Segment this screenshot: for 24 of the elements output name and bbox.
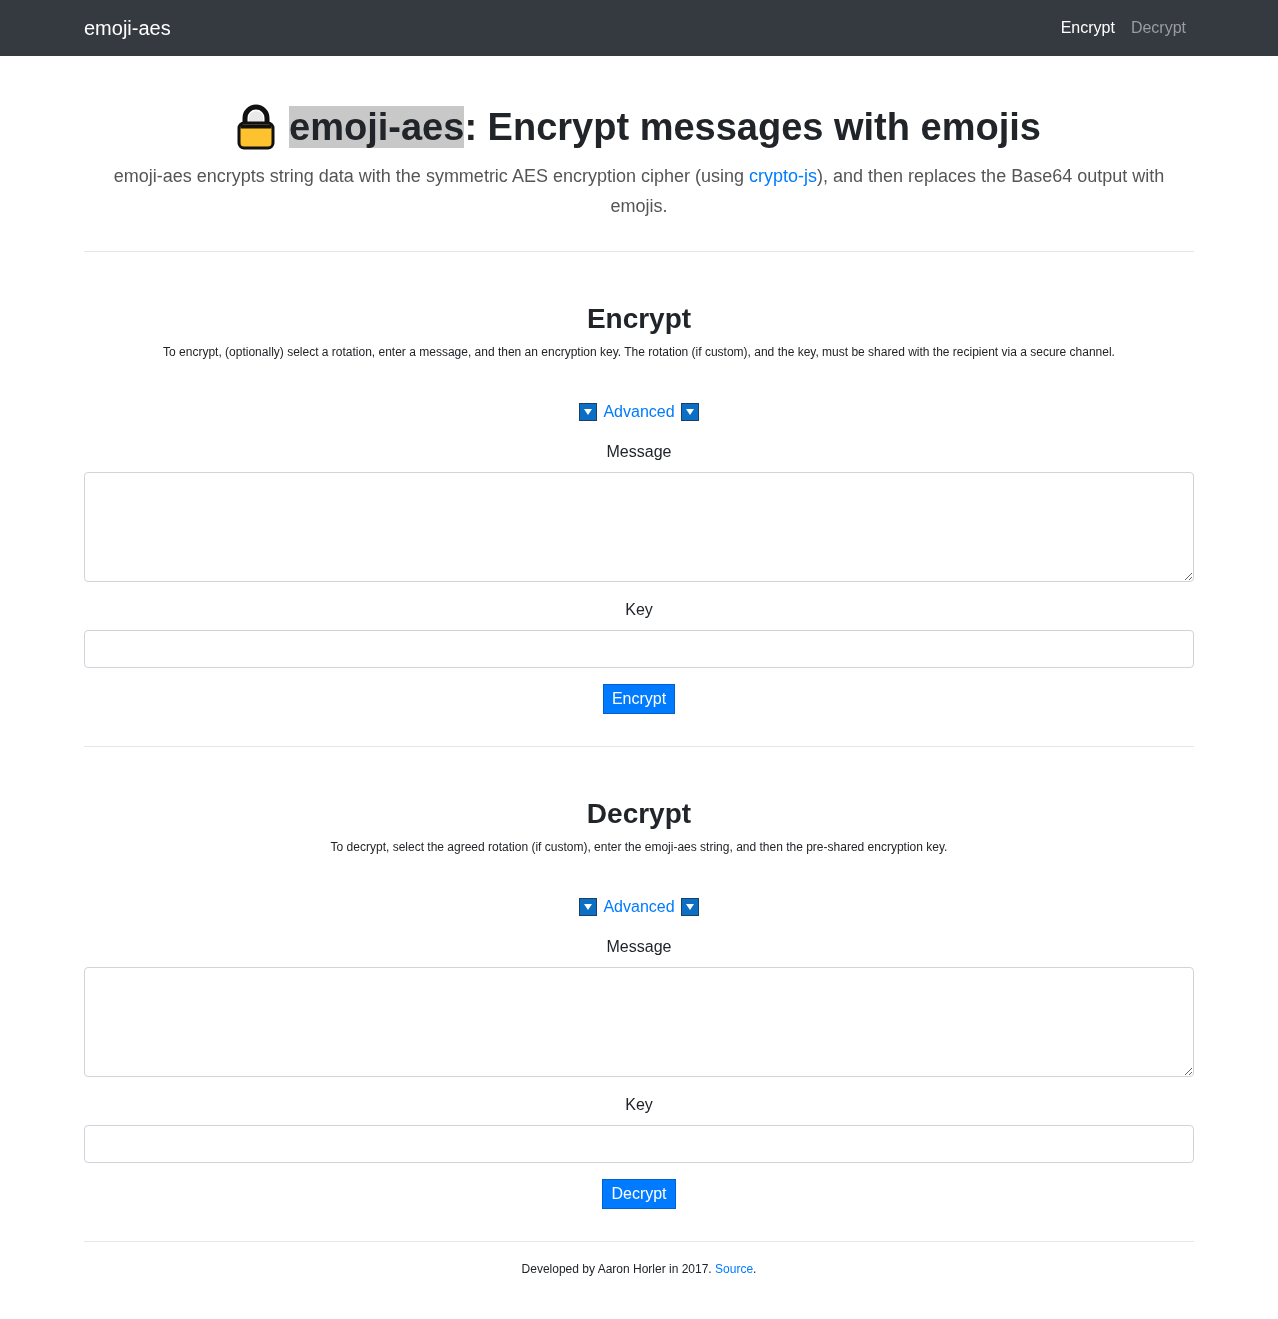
advanced-toggle[interactable]: Advanced xyxy=(579,895,699,919)
footer-text: Developed by Aaron Horler in 2017. Source. xyxy=(520,1261,758,1278)
intro-text: emoji-aes encrypts string data with the symmetric AES encryption cipher (using crypto-js), and then replaces the Base64 output with emojis. xyxy=(112,165,1166,218)
key-label: Key xyxy=(624,1095,654,1115)
nav-link[interactable]: Decrypt xyxy=(1122,16,1194,40)
nav-link[interactable]: Encrypt xyxy=(1052,16,1123,40)
section-description: To decrypt, select the agreed rotation (if custom), enter the emoji-aes string, and then the pre-shared encryption key. xyxy=(329,839,949,856)
page-title: emoji-aes: Encrypt messages with emojis xyxy=(289,105,1041,150)
submit-button[interactable]: Decrypt xyxy=(602,1179,676,1209)
key-field[interactable] xyxy=(84,1125,1194,1163)
section-heading: Encrypt xyxy=(585,302,693,336)
advanced-toggle[interactable]: Advanced xyxy=(579,400,699,424)
message-field[interactable] xyxy=(84,472,1194,582)
padlock-icon xyxy=(237,104,276,150)
message-label: Message xyxy=(605,937,673,957)
message-label: Message xyxy=(605,442,673,462)
key-label: Key xyxy=(624,600,654,620)
message-field[interactable] xyxy=(84,967,1194,1077)
inline-link[interactable]: crypto-js xyxy=(749,166,817,186)
section-description: To encrypt, (optionally) select a rotation, enter a message, and then an encryption key. The rotation (if custom), and the key, must be shared with the recipient via a secure channel. xyxy=(162,344,1116,361)
submit-button[interactable]: Encrypt xyxy=(602,684,676,714)
key-field[interactable] xyxy=(84,630,1194,668)
section-heading: Decrypt xyxy=(585,797,693,831)
brand-link[interactable]: emoji-aes xyxy=(84,13,171,43)
